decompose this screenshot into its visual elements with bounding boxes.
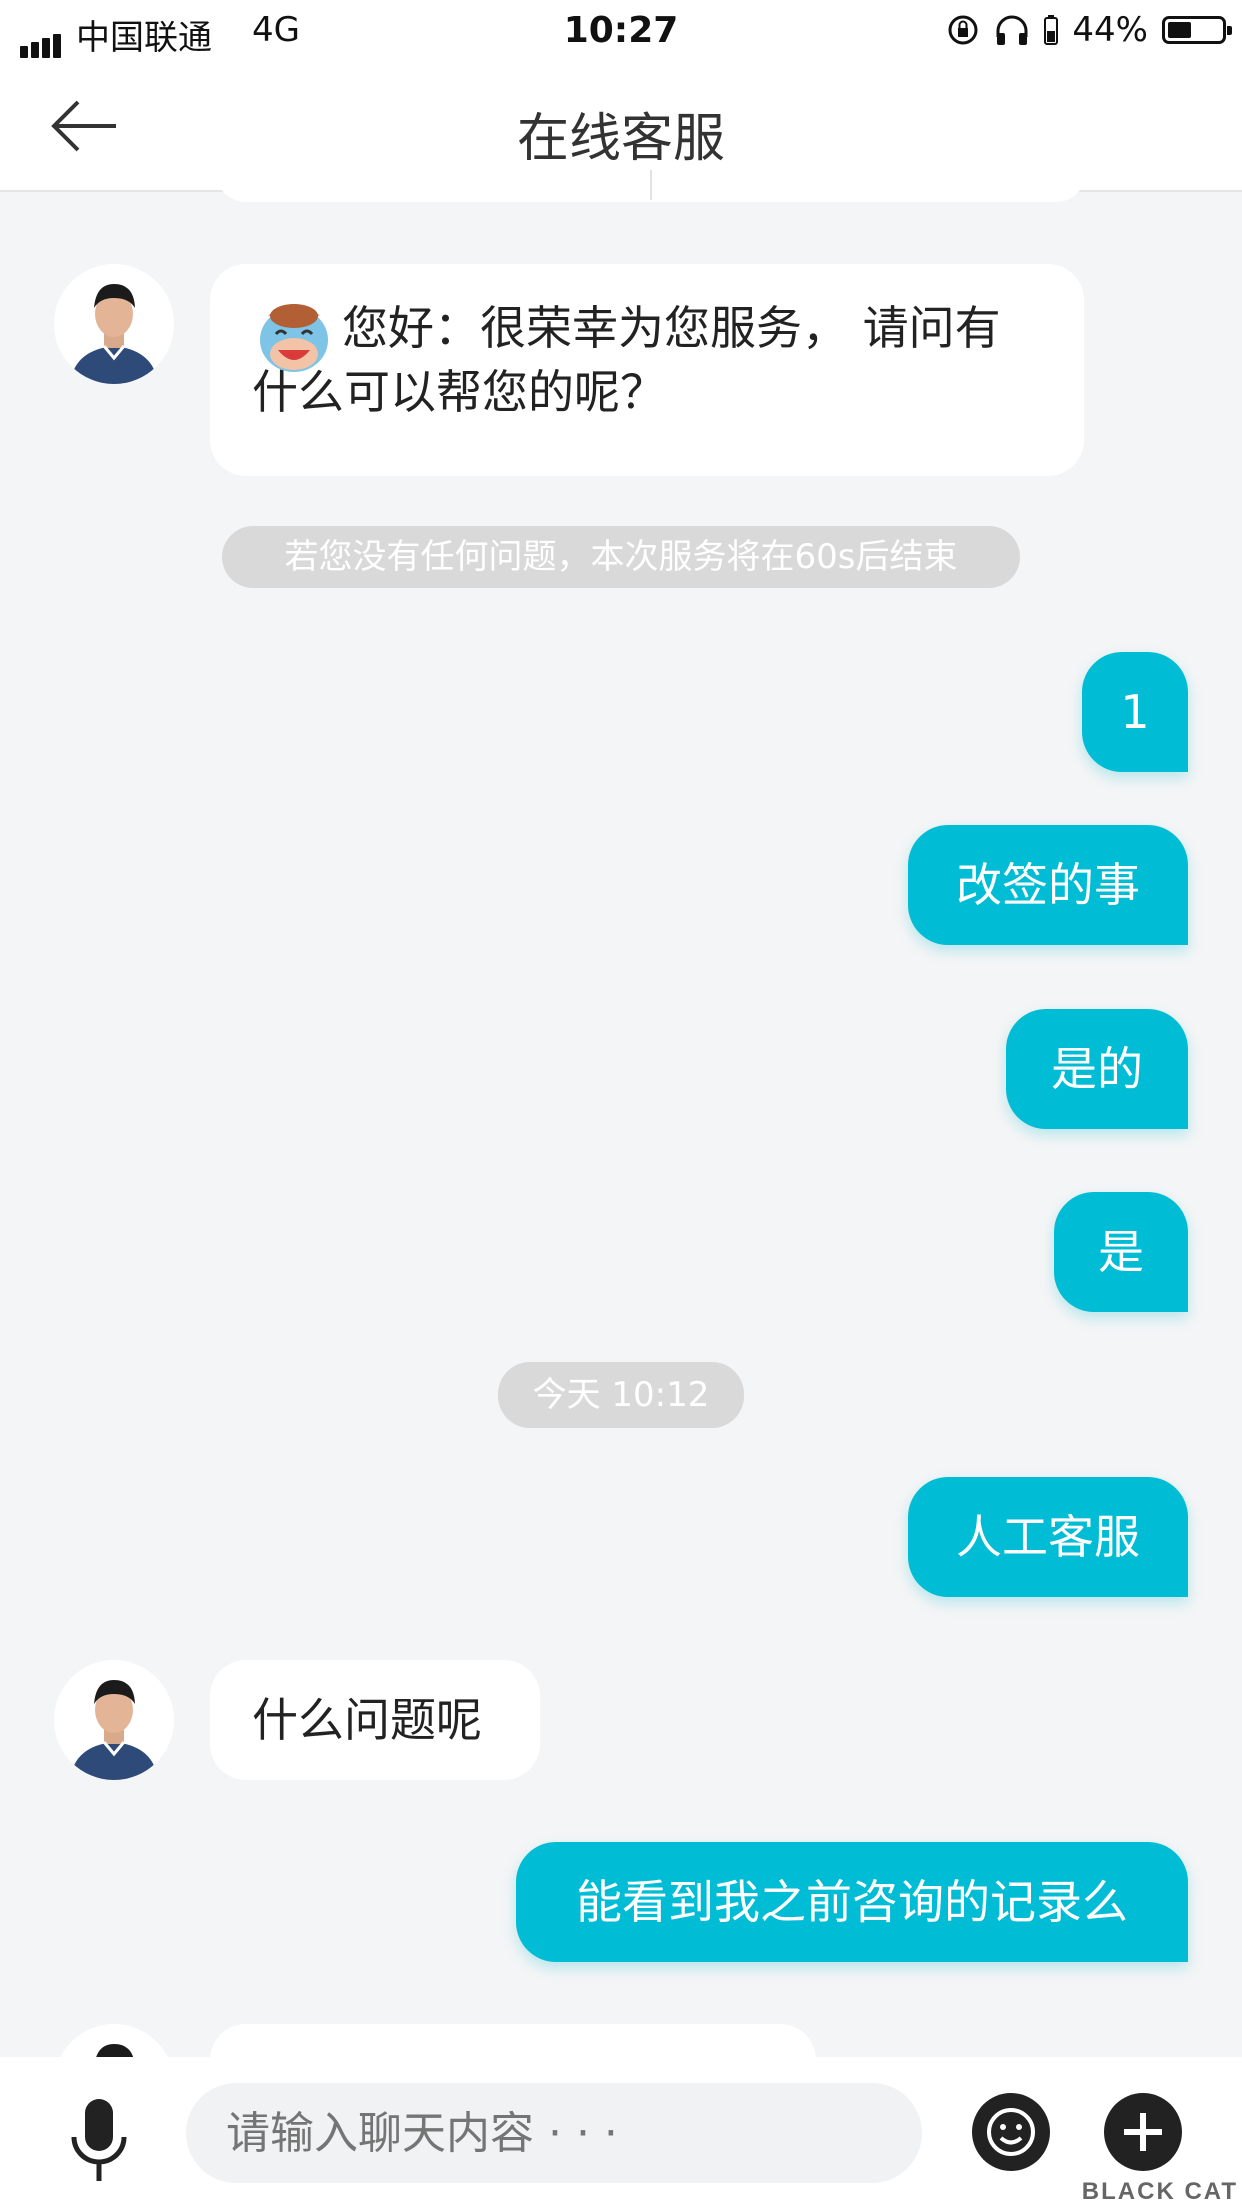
agent-avatar [54, 264, 174, 384]
status-bar: 中国联通 4G 10:27 44% [0, 0, 1242, 62]
orientation-lock-icon [948, 15, 978, 45]
user-message: 改签的事 [908, 825, 1188, 945]
watermark: BLACK CAT [1081, 2178, 1238, 2205]
page-title: 在线客服 [516, 109, 725, 169]
user-message: 是 [1054, 1192, 1188, 1312]
timeout-notice: 若您没有任何问题，本次服务将在60s后结束 [222, 526, 1020, 588]
battery-charge-icon [1044, 15, 1059, 45]
plus-icon [1124, 2113, 1162, 2151]
agent-greeting-bubble: 您好：很荣幸为您服务， 请问有什么可以帮您的呢？ [210, 264, 1084, 476]
user-message: 能看到我之前咨询的记录么 [516, 1842, 1188, 1962]
agent-reply-bubble: 什么问题呢 [210, 1660, 540, 1780]
emoji-button[interactable] [972, 2093, 1050, 2171]
microphone-icon[interactable] [68, 2097, 130, 2183]
plus-button[interactable] [1104, 2093, 1182, 2171]
battery-icon [1162, 16, 1232, 44]
user-message: 人工客服 [908, 1477, 1188, 1597]
composer-bar: BLACK CAT [0, 2057, 1242, 2208]
smiley-cow-icon [260, 304, 328, 372]
headphones-icon [996, 15, 1028, 45]
emoji-icon [987, 2108, 1035, 2156]
battery-percent: 44% [1072, 10, 1148, 50]
chat-input[interactable] [186, 2083, 922, 2183]
user-message: 是的 [1006, 1009, 1188, 1129]
agent-avatar [54, 1660, 174, 1780]
scrolled-card [216, 170, 1086, 202]
user-message: 1 [1082, 652, 1188, 772]
timestamp-badge: 今天 10:12 [498, 1362, 744, 1428]
greeting-text: 您好：很荣幸为您服务， 请问有什么可以帮您的呢？ [252, 301, 1001, 419]
